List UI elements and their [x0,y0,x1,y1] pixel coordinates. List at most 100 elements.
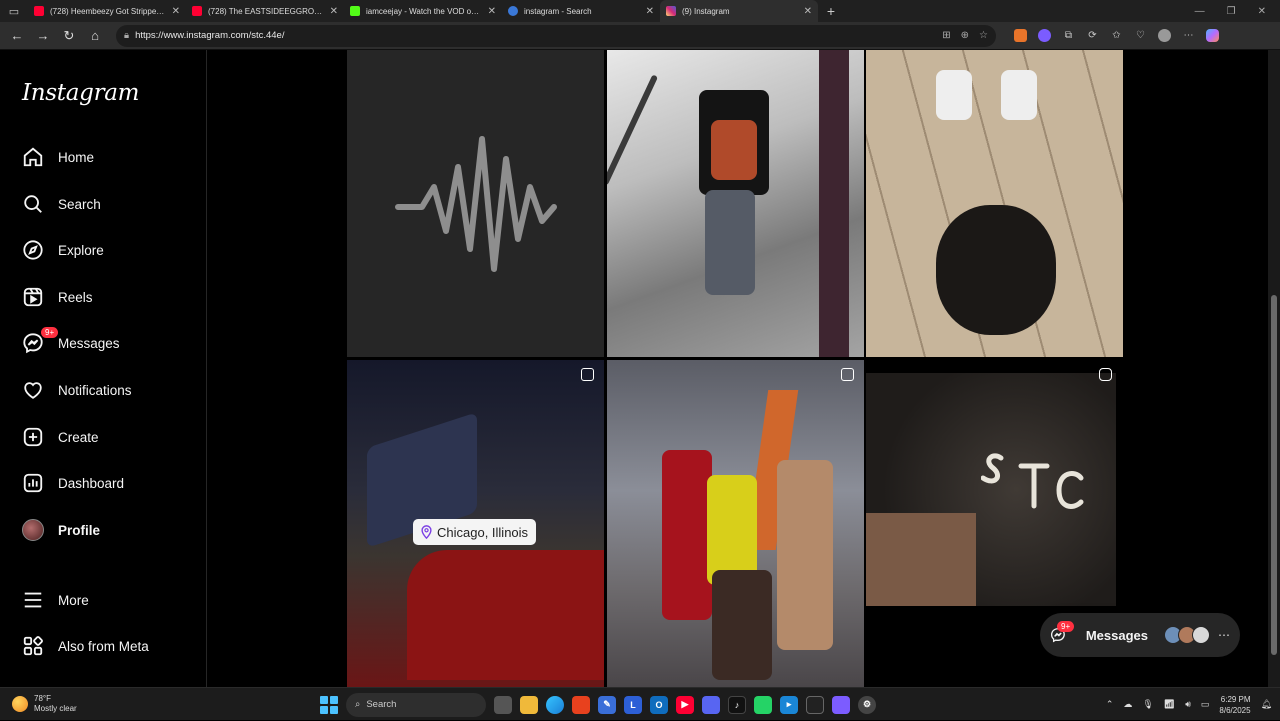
browser-essentials-icon[interactable]: ♡ [1134,29,1147,42]
photo-person-legs [705,190,755,295]
close-tab-icon[interactable]: ✕ [330,6,338,17]
sidebar-item-search[interactable]: Search [10,184,195,224]
sidebar-item-more[interactable]: More [10,580,195,620]
weather-condition: Mostly clear [34,704,77,713]
profile-avatar[interactable] [1158,29,1171,42]
scrollbar-thumb[interactable] [1271,295,1277,655]
discord-icon[interactable] [702,695,720,714]
task-view-icon[interactable] [494,695,512,714]
controller-icon[interactable] [832,695,850,714]
more-options-icon[interactable]: ⋯ [1182,29,1195,42]
home-page-icon[interactable]: ⌂ [84,25,106,47]
sidebar-item-home[interactable]: Home [10,137,195,177]
kick-favicon-icon [350,6,360,16]
sidebar-item-label: Search [58,196,101,212]
chevron-up-icon[interactable]: ⌃ [1106,699,1114,710]
avatar [1192,626,1210,644]
more-chats-icon: ⋯ [1218,628,1230,642]
taskbar-search[interactable]: ⌕ Search [346,692,486,717]
post-tile-photo[interactable] [866,373,1116,606]
post-tile-audio[interactable] [347,50,604,357]
messages-pill[interactable]: Messages ⋯ [1040,613,1240,657]
minimize-icon[interactable]: — [1195,6,1205,17]
taskbar-apps: ⌕ Search ✎ L O ▶ ♪ ▸ ⚙ [320,688,876,721]
split-screen-icon[interactable]: ⧉ [1062,29,1075,42]
extension-icon[interactable] [1038,29,1051,42]
page-scrollbar[interactable] [1268,50,1280,687]
sidebar-item-explore[interactable]: Explore [10,230,195,270]
tiktok-icon[interactable]: ♪ [728,695,746,714]
browser-tab[interactable]: instagram - Search ✕ [502,0,660,22]
close-tab-icon[interactable]: ✕ [804,6,812,17]
youtube-favicon-icon [34,6,44,16]
tab-actions-icon[interactable]: ▭ [0,0,28,22]
avatar [22,519,44,541]
game-app-icon[interactable] [806,695,824,714]
sidebar-item-label: Explore [58,242,104,258]
close-tab-icon[interactable]: ✕ [172,6,180,17]
sidebar-item-dashboard[interactable]: Dashboard [10,463,195,503]
browser-tab[interactable]: iamceejay - Watch the VOD on K... ✕ [344,0,502,22]
sidebar-item-label: Profile [58,522,101,538]
refresh-extension-icon[interactable]: ⟳ [1086,29,1099,42]
browser-tab-strip: ▭ (728) Heembeezy Got Stripped A... ✕ (7… [0,0,1280,22]
taskbar-clock[interactable]: 6:29 PM 8/6/2025 [1219,694,1250,716]
profile-post-grid: Chicago, Illinois [208,50,1268,687]
location-tag[interactable]: Chicago, Illinois [413,519,537,545]
close-tab-icon[interactable]: ✕ [488,6,496,17]
post-tile-photo[interactable] [607,50,864,357]
sidebar-item-create[interactable]: Create [10,417,195,457]
outlook-icon[interactable]: O [650,695,668,714]
favorite-star-icon[interactable]: ☆ [979,30,988,41]
reels-icon [23,287,43,307]
close-window-icon[interactable]: ✕ [1258,6,1266,17]
windows-taskbar: 78°F Mostly clear ⌕ Search ✎ L O ▶ ♪ ▸ ⚙… [0,687,1280,720]
zoom-icon[interactable]: ⊕ [961,30,969,41]
settings-gear-icon[interactable]: ⚙ [858,695,876,714]
post-tile-photo[interactable] [866,50,1123,357]
refresh-icon[interactable]: ↻ [58,25,80,47]
heart-icon [24,382,42,399]
sidebar-item-messages[interactable]: Messages 9+ [10,323,195,363]
favorites-icon[interactable]: ✩ [1110,29,1123,42]
microphone-icon[interactable]: 🎙︎ [1142,699,1153,710]
window-controls: — ❐ ✕ [1195,6,1280,17]
new-tab-icon[interactable]: + [818,3,844,19]
sidebar-item-also-from-meta[interactable]: Also from Meta [10,626,195,666]
volume-icon[interactable]: 🔊︎ [1185,699,1191,710]
youtube-app-icon[interactable]: ▶ [676,695,694,714]
writing-app-icon[interactable]: ✎ [598,695,616,714]
sidebar-item-reels[interactable]: Reels [10,277,195,317]
site-info-icon[interactable]: 🔒︎ [124,30,129,41]
sidebar-item-profile[interactable]: Profile [10,510,195,550]
tab-title: instagram - Search [524,6,592,16]
wifi-icon[interactable]: 📶︎ [1164,699,1175,710]
browser-tab-active[interactable]: (9) Instagram ✕ [660,0,818,22]
store-icon[interactable]: ▸ [780,695,798,714]
photo-stair-rail [607,74,659,186]
weather-widget[interactable]: 78°F Mostly clear [0,694,300,714]
file-explorer-icon[interactable] [520,695,538,714]
back-icon[interactable]: ← [6,25,28,47]
browser-tab[interactable]: (728) Heembeezy Got Stripped A... ✕ [28,0,186,22]
brave-icon[interactable] [572,695,590,714]
onedrive-icon[interactable]: ☁ [1123,699,1132,710]
battery-icon[interactable]: ▭ [1201,699,1210,710]
browser-tab[interactable]: (728) The EASTSIDEEGGROLL "On... ✕ [186,0,344,22]
sidebar-item-notifications[interactable]: Notifications [10,370,195,410]
launcher-l-icon[interactable]: L [624,695,642,714]
windows-start-icon[interactable] [320,695,338,714]
url-field[interactable]: 🔒︎ https://www.instagram.com/stc.44e/ ⊞ … [116,24,996,47]
extension-icon[interactable] [1014,29,1027,42]
restore-icon[interactable]: ❐ [1227,6,1236,17]
forward-icon[interactable]: → [32,25,54,47]
whatsapp-icon[interactable] [754,695,772,714]
instagram-logo[interactable]: Instagram [22,80,140,106]
notification-bell-icon[interactable]: 🔔︎ [1261,699,1272,710]
edge-icon[interactable] [546,695,564,714]
close-tab-icon[interactable]: ✕ [646,6,654,17]
copilot-icon[interactable] [1206,29,1219,42]
app-available-icon[interactable]: ⊞ [942,30,950,41]
chart-icon [23,473,43,493]
post-tile-photo[interactable] [607,360,864,687]
